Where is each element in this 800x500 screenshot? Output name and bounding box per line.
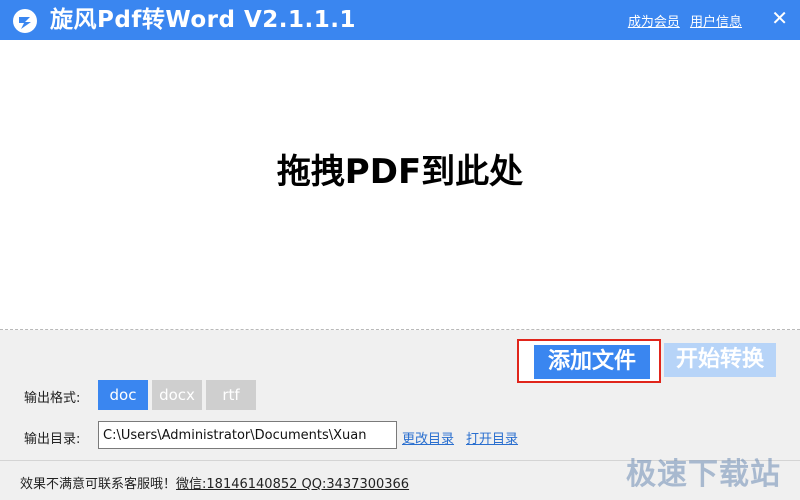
watermark-logo: 极速下载站 [626, 457, 781, 492]
footer-contact-link[interactable]: 微信:18146140852 QQ:3437300366 [176, 477, 409, 492]
drop-zone-label: 拖拽PDF到此处 [276, 152, 524, 192]
open-dir-link[interactable]: 打开目录 [466, 428, 518, 447]
become-member-link[interactable]: 成为会员 [628, 15, 680, 30]
change-dir-link[interactable]: 更改目录 [402, 428, 454, 447]
format-option-docx[interactable]: docx [152, 380, 202, 410]
add-file-button-highlight: 添加文件 [517, 339, 661, 383]
app-title: 旋风Pdf转Word V2.1.1.1 [50, 7, 357, 33]
title-bar: 旋风Pdf转Word V2.1.1.1 成为会员 用户信息 ✕ [0, 0, 800, 40]
output-dir-input[interactable] [98, 421, 397, 449]
format-option-rtf[interactable]: rtf [206, 380, 256, 410]
close-icon[interactable]: ✕ [771, 7, 788, 29]
start-convert-button[interactable]: 开始转换 [664, 343, 776, 377]
output-dir-label: 输出目录: [24, 432, 81, 447]
footer: 效果不满意可联系客服哦！微信:18146140852 QQ:3437300366 [20, 473, 409, 492]
format-option-doc[interactable]: doc [98, 380, 148, 410]
app-logo-icon [13, 9, 37, 33]
drop-zone[interactable]: 拖拽PDF到此处 [0, 40, 800, 329]
title-links: 成为会员 用户信息 [622, 11, 742, 30]
add-file-button[interactable]: 添加文件 [534, 345, 650, 379]
footer-message: 效果不满意可联系客服哦！ [20, 477, 177, 492]
user-info-link[interactable]: 用户信息 [690, 15, 742, 30]
output-format-label: 输出格式: [24, 391, 81, 406]
